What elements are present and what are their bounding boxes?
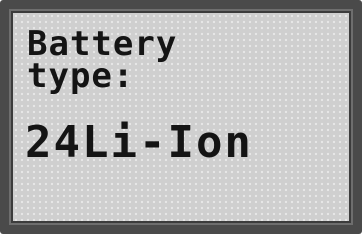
lcd-display-frame: Battery type: 24Li-Ion <box>0 0 362 234</box>
lcd-screen: Battery type: 24Li-Ion <box>13 13 349 221</box>
battery-type-value: 24Li-Ion <box>25 117 253 168</box>
lcd-bezel: Battery type: 24Li-Ion <box>9 9 353 225</box>
battery-label-line2: type: <box>27 56 135 96</box>
